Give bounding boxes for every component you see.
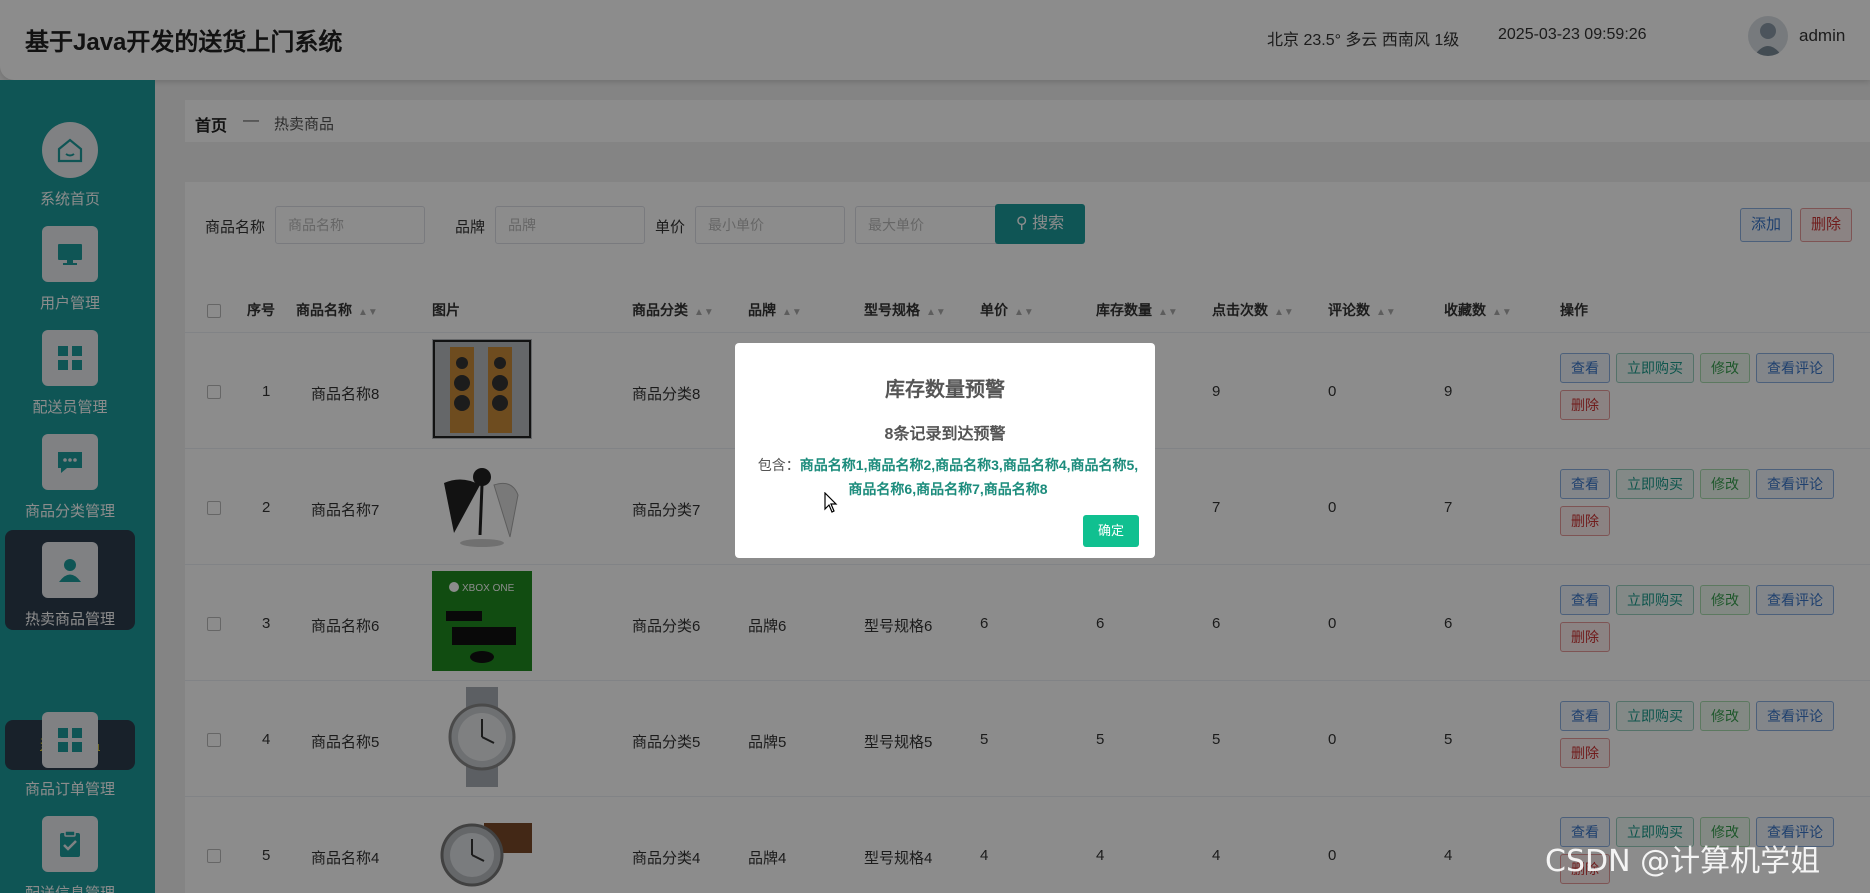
watermark: CSDN @计算机学姐 — [1545, 844, 1821, 879]
stock-warning-dialog: 库存数量预警 8条记录到达预警 包含：商品名称1,商品名称2,商品名称3,商品名… — [735, 343, 1155, 558]
dialog-title: 库存数量预警 — [885, 379, 1005, 401]
dialog-prefix: 包含： — [757, 457, 800, 473]
mouse-cursor-icon — [824, 491, 838, 519]
confirm-button[interactable]: 确定 — [1083, 515, 1139, 547]
dialog-subtitle: 8条记录到达预警 — [884, 426, 1006, 443]
dialog-product-list: 商品名称1,商品名称2,商品名称3,商品名称4,商品名称5,商品名称6,商品名称… — [799, 457, 1139, 497]
dialog-body: 包含：商品名称1,商品名称2,商品名称3,商品名称4,商品名称5,商品名称6,商… — [753, 453, 1143, 501]
